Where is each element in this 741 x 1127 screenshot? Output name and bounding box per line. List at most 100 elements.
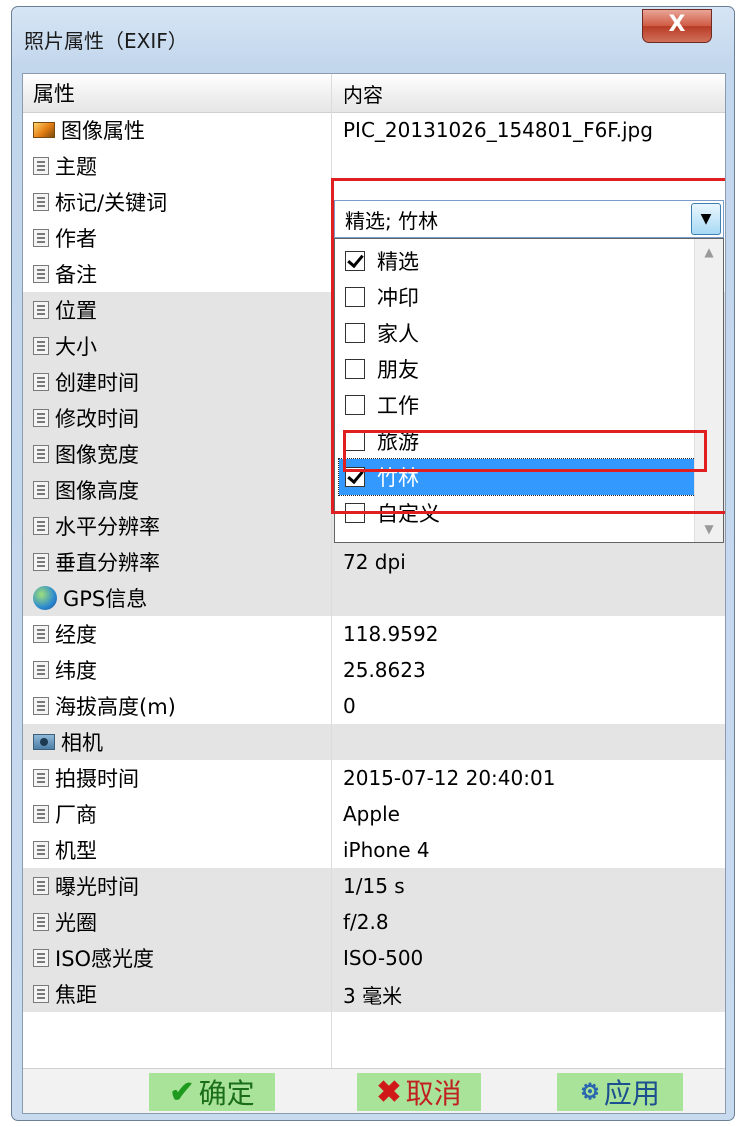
doc-icon [33, 625, 49, 643]
property-value: 2015-07-12 20:40:01 [343, 766, 556, 790]
property-name: 纬度 [33, 652, 97, 688]
property-value: f/2.8 [343, 910, 389, 934]
doc-icon [33, 157, 49, 175]
table-row[interactable]: 拍摄时间 2015-07-12 20:40:01 [23, 760, 725, 796]
property-name: 厂商 [33, 796, 97, 832]
property-name: 垂直分辨率 [33, 544, 160, 580]
dialog-client: 属性 内容 图像属性 PIC_20131026_154801_F6F.jpg 主题标… [22, 73, 726, 1114]
doc-icon [33, 913, 49, 931]
scroll-down-icon[interactable]: ▼ [695, 516, 723, 542]
doc-icon [33, 805, 49, 823]
camera-icon [33, 734, 55, 750]
table-row[interactable]: 光圈 f/2.8 [23, 904, 725, 940]
exif-dialog: 照片属性（EXIF） X 属性 内容 图像属性 PIC_20131026_1548… [11, 6, 735, 1121]
property-name-text: 大小 [55, 335, 97, 359]
property-name-text: 纬度 [55, 659, 97, 683]
property-name-text: 图像高度 [55, 479, 139, 503]
property-value: 72 dpi [343, 550, 406, 574]
doc-icon [33, 517, 49, 535]
property-name-text: 图像属性 [61, 119, 145, 143]
table-row[interactable]: 厂商 Apple [23, 796, 725, 832]
doc-icon [33, 481, 49, 499]
doc-icon [33, 661, 49, 679]
gear-icon: ⚙ [580, 1079, 600, 1105]
property-name-text: 曝光时间 [55, 875, 139, 899]
gps-icon [33, 586, 57, 610]
property-name-text: 备注 [55, 263, 97, 287]
property-name: ISO感光度 [33, 940, 154, 976]
cancel-button[interactable]: ✖ 取消 [357, 1073, 481, 1111]
table-row[interactable]: 图像属性 PIC_20131026_154801_F6F.jpg [23, 112, 725, 148]
table-row[interactable]: 相机 [23, 724, 725, 760]
property-value: 0 [343, 694, 356, 718]
table-row[interactable]: 机型 iPhone 4 [23, 832, 725, 868]
property-name: 主题 [33, 148, 97, 184]
doc-icon [33, 877, 49, 895]
property-name-text: ISO感光度 [55, 947, 155, 971]
doc-icon [33, 985, 49, 1003]
doc-icon [33, 553, 49, 571]
table-row[interactable]: 垂直分辨率 72 dpi [23, 544, 725, 580]
doc-icon [33, 301, 49, 319]
property-value: PIC_20131026_154801_F6F.jpg [343, 118, 653, 142]
property-name: 经度 [33, 616, 97, 652]
property-name-text: GPS信息 [63, 587, 148, 611]
property-name: 海拔高度(m) [33, 688, 176, 724]
property-name: 光圈 [33, 904, 97, 940]
close-button[interactable]: X [642, 9, 712, 43]
property-name-text: 图像宽度 [55, 443, 139, 467]
property-name: 图像宽度 [33, 436, 139, 472]
ok-button[interactable]: ✔ 确定 [149, 1073, 275, 1111]
doc-icon [33, 337, 49, 355]
column-header-value: 内容 [343, 82, 383, 107]
property-name-text: 位置 [55, 299, 97, 323]
table-row[interactable]: 纬度 25.8623 [23, 652, 725, 688]
ok-button-label: 确定 [198, 1077, 255, 1110]
property-name-text: 垂直分辨率 [55, 551, 160, 575]
window-title: 照片属性（EXIF） [24, 29, 188, 53]
property-name-text: 创建时间 [55, 371, 139, 395]
property-value: ISO-500 [343, 946, 424, 970]
property-name-text: 主题 [55, 155, 97, 179]
doc-icon [33, 409, 49, 427]
property-name-text: 海拔高度(m) [55, 695, 176, 719]
property-name-text: 经度 [55, 623, 97, 647]
apply-button[interactable]: ⚙ 应用 [557, 1073, 683, 1111]
table-row[interactable]: 焦距 3 毫米 [23, 976, 725, 1012]
property-name-text: 拍摄时间 [55, 767, 139, 791]
property-name-text: 光圈 [55, 911, 97, 935]
property-name: 作者 [33, 220, 97, 256]
property-name: 备注 [33, 256, 97, 292]
property-name: 曝光时间 [33, 868, 139, 904]
table-row[interactable]: 海拔高度(m) 0 [23, 688, 725, 724]
property-name: 修改时间 [33, 400, 139, 436]
property-value: 118.9592 [343, 622, 439, 646]
property-name: 机型 [33, 832, 97, 868]
property-name: 图像高度 [33, 472, 139, 508]
doc-icon [33, 949, 49, 967]
property-name-text: 作者 [55, 227, 97, 251]
doc-icon [33, 697, 49, 715]
check-icon: ✔ [169, 1074, 195, 1110]
property-value: iPhone 4 [343, 838, 430, 862]
close-icon: X [668, 12, 686, 37]
doc-icon [33, 265, 49, 283]
property-name-text: 标记/关键词 [55, 191, 168, 215]
property-name: 图像属性 [33, 112, 145, 148]
doc-icon [33, 193, 49, 211]
doc-icon [33, 445, 49, 463]
table-row[interactable]: ISO感光度 ISO-500 [23, 940, 725, 976]
table-row[interactable]: 经度 118.9592 [23, 616, 725, 652]
property-value: 1/15 s [343, 874, 405, 898]
table-row[interactable]: GPS信息 [23, 580, 725, 616]
property-value: 3 毫米 [343, 983, 403, 1008]
highlight-box-selected-option [343, 430, 707, 472]
property-name-text: 相机 [61, 731, 103, 755]
doc-icon [33, 769, 49, 787]
property-name: GPS信息 [33, 580, 147, 616]
property-name-text: 机型 [55, 839, 97, 863]
table-row[interactable]: 曝光时间 1/15 s [23, 868, 725, 904]
grid-header: 属性 内容 [23, 74, 725, 113]
property-name: 相机 [33, 724, 103, 760]
property-name: 大小 [33, 328, 97, 364]
